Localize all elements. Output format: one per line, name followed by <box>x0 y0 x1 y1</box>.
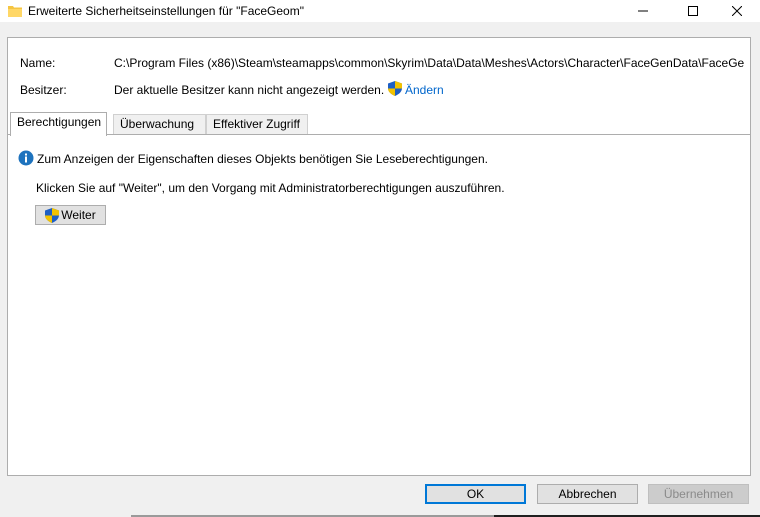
close-button[interactable] <box>714 0 760 22</box>
info-icon <box>18 150 34 166</box>
tab-strip: Berechtigungen Überwachung Effektiver Zu… <box>8 112 750 136</box>
change-owner-link[interactable]: Ändern <box>405 83 444 97</box>
title-bar: Erweiterte Sicherheitseinstellungen für … <box>0 0 760 22</box>
minimize-button[interactable] <box>620 0 666 22</box>
tab-divider <box>8 134 750 135</box>
maximize-button[interactable] <box>670 0 716 22</box>
minimize-icon <box>638 10 648 12</box>
tab-effective-access[interactable]: Effektiver Zugriff <box>206 114 308 135</box>
name-label: Name: <box>20 56 56 70</box>
shield-icon <box>388 81 402 96</box>
object-path: C:\Program Files (x86)\Steam\steamapps\c… <box>114 56 745 70</box>
maximize-icon <box>688 6 698 16</box>
tab-auditing[interactable]: Überwachung <box>113 114 206 135</box>
security-panel: Name: C:\Program Files (x86)\Steam\steam… <box>7 37 751 476</box>
apply-button: Übernehmen <box>648 484 749 504</box>
tab-permissions[interactable]: Berechtigungen <box>10 112 107 136</box>
hint-message: Klicken Sie auf "Weiter", um den Vorgang… <box>36 181 505 195</box>
folder-icon <box>8 6 22 17</box>
ok-button[interactable]: OK <box>425 484 526 504</box>
info-message: Zum Anzeigen der Eigenschaften dieses Ob… <box>37 152 488 166</box>
shield-icon <box>45 207 60 223</box>
window-title: Erweiterte Sicherheitseinstellungen für … <box>28 4 304 18</box>
continue-button-label: Weiter <box>61 208 96 222</box>
close-icon <box>732 6 742 16</box>
cancel-button[interactable]: Abbrechen <box>537 484 638 504</box>
owner-value: Der aktuelle Besitzer kann nicht angezei… <box>114 83 385 97</box>
continue-button[interactable]: Weiter <box>35 205 106 225</box>
owner-label: Besitzer: <box>20 83 67 97</box>
